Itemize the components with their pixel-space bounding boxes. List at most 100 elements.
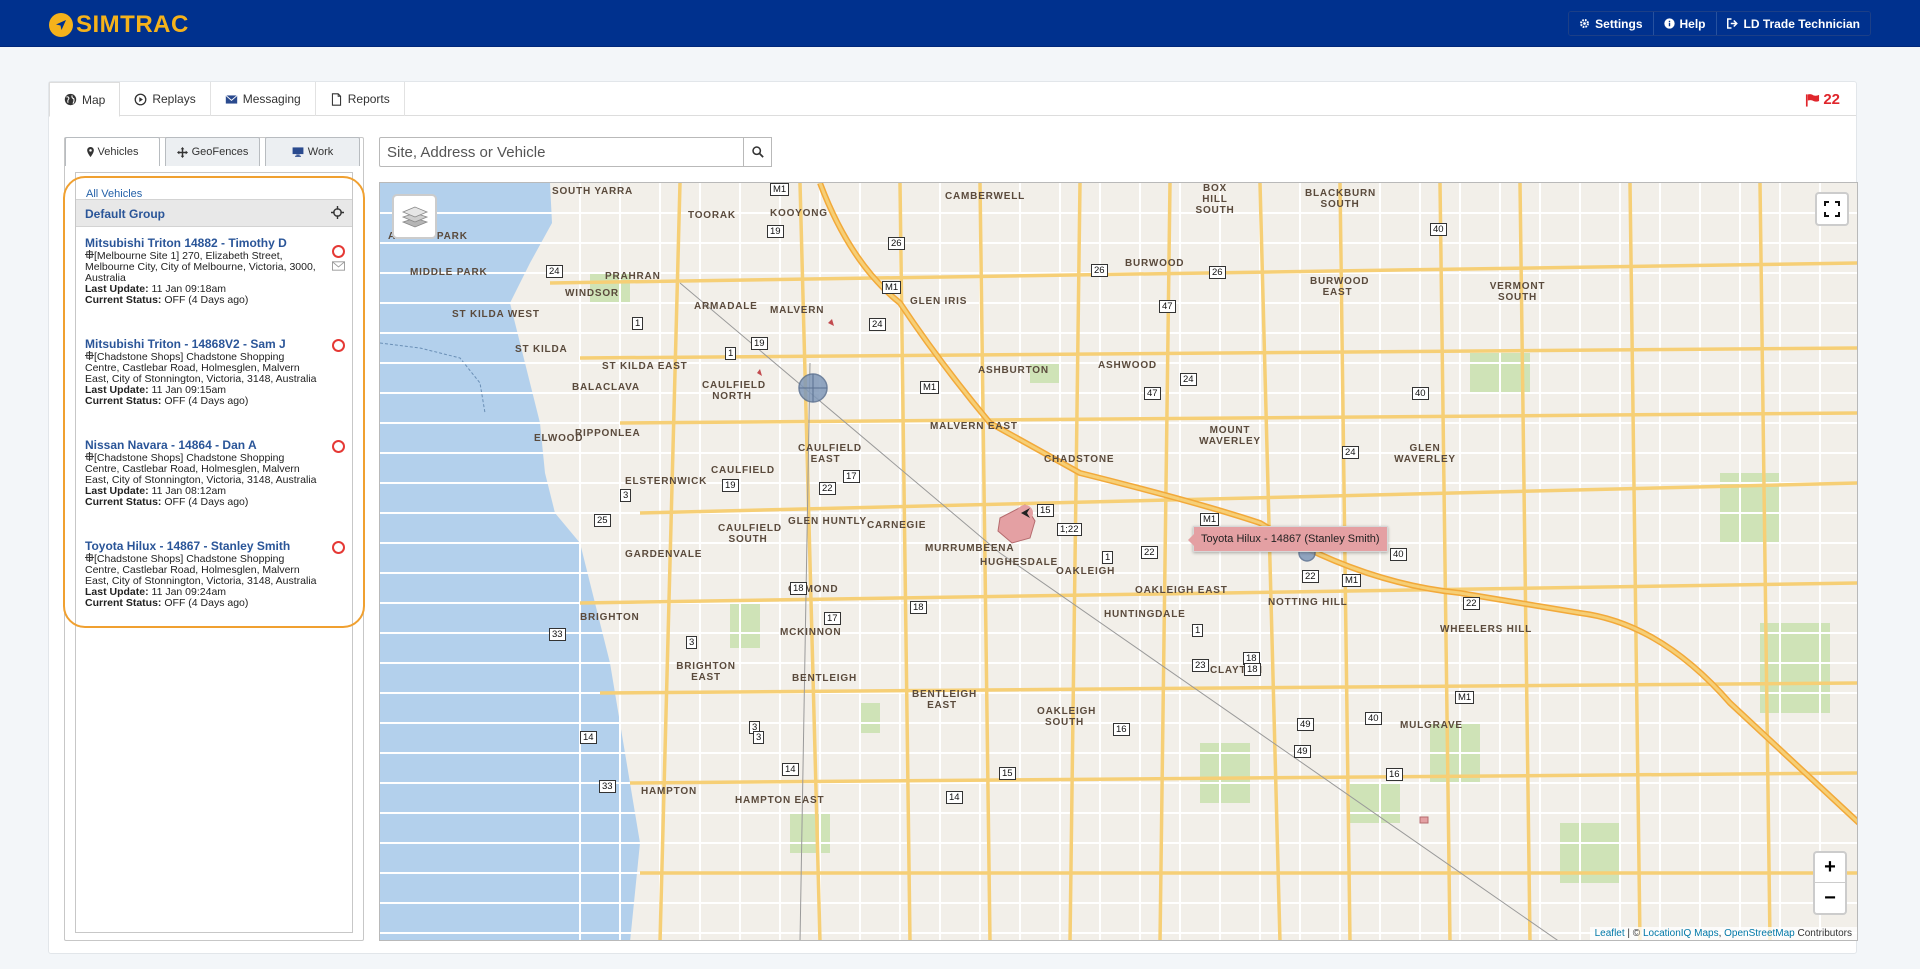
settings-button[interactable]: Settings — [1569, 12, 1653, 35]
geofence-icon — [85, 553, 94, 562]
zoom-in-button[interactable]: + — [1815, 853, 1845, 883]
vehicle-title[interactable]: Toyota Hilux - 14867 - Stanley Smith — [85, 540, 347, 552]
tab-reports[interactable]: Reports — [316, 82, 405, 116]
main-card: Map Replays Messaging Reports 22 Vehicle… — [48, 81, 1858, 954]
road-shield: M1 — [770, 183, 790, 196]
attribution-contributors: Contributors — [1794, 928, 1852, 939]
suburb-label: MCKINNON — [780, 627, 842, 638]
vehicle-status: Current Status: OFF (4 Days ago) — [85, 396, 347, 407]
vehicle-status: Current Status: OFF (4 Days ago) — [85, 295, 347, 306]
suburb-label: BURWOOD — [1125, 258, 1185, 269]
suburb-label: ST KILDA WEST — [452, 309, 540, 320]
tab-reports-label: Reports — [347, 92, 390, 106]
crosshair-icon[interactable] — [331, 206, 344, 219]
suburb-label: ARMADALE — [694, 301, 758, 312]
road-shield: 24 — [869, 318, 886, 331]
road-shield: 22 — [1463, 597, 1480, 610]
tab-replays-label: Replays — [152, 92, 196, 106]
geofence-icon — [85, 452, 94, 461]
status-value: OFF (4 Days ago) — [164, 496, 249, 508]
top-navbar: SIMTRAC Settings Help LD Trade Technicia… — [0, 0, 1920, 47]
status-label: Current Status: — [85, 395, 162, 407]
suburb-label: GLEN WAVERLEY — [1394, 443, 1456, 465]
vehicle-item[interactable]: Mitsubishi Triton 14882 - Timothy D [Mel… — [85, 237, 347, 306]
suburb-label: CAULFIELD NORTH — [702, 380, 766, 402]
brand-logo[interactable]: SIMTRAC — [49, 11, 189, 39]
tab-messaging[interactable]: Messaging — [211, 82, 316, 116]
suburb-label: TOORAK — [688, 210, 736, 221]
vehicle-item[interactable]: Toyota Hilux - 14867 - Stanley Smith [Ch… — [85, 540, 347, 609]
envelope-icon[interactable] — [332, 261, 345, 271]
status-indicator-icon[interactable] — [332, 541, 345, 554]
main-tabs: Map Replays Messaging Reports — [49, 82, 1856, 117]
road-shield: 3 — [620, 489, 632, 502]
road-shield: 14 — [946, 791, 963, 804]
suburb-label: MALVERN EAST — [930, 421, 1018, 432]
alerts-count: 22 — [1823, 91, 1840, 108]
subtab-work-label: Work — [307, 146, 334, 158]
road-shield: 33 — [599, 780, 616, 793]
leaflet-link[interactable]: Leaflet — [1595, 928, 1625, 939]
road-shield: 47 — [1144, 387, 1161, 400]
vehicle-title[interactable]: Nissan Navara - 14864 - Dan A — [85, 439, 347, 451]
status-indicator-icon[interactable] — [332, 440, 345, 453]
road-shield: 1 — [632, 317, 644, 330]
vehicle-item[interactable]: Mitsubishi Triton - 14868V2 - Sam J [Cha… — [85, 338, 347, 407]
road-shield: 15 — [999, 767, 1016, 780]
map-search — [379, 137, 772, 167]
suburb-label: BURWOOD EAST — [1310, 276, 1370, 298]
vehicle-title[interactable]: Mitsubishi Triton 14882 - Timothy D — [85, 237, 347, 249]
search-button[interactable] — [744, 137, 772, 167]
fullscreen-button[interactable] — [1815, 192, 1849, 226]
vehicle-tooltip[interactable]: Toyota Hilux - 14867 (Stanley Smith) — [1188, 526, 1388, 552]
tab-map-label: Map — [82, 92, 106, 107]
map-view[interactable]: SOUTH YARRA CAMBERWELL BLACKBURN SOUTH B… — [379, 182, 1858, 941]
road-shield: 3 — [753, 731, 765, 744]
vehicle-address: [Chadstone Shops] Chadstone Shopping Cen… — [85, 452, 320, 486]
subtab-vehicles[interactable]: Vehicles — [65, 137, 160, 166]
suburb-label: RIPPONLEA — [575, 428, 641, 439]
group-header[interactable]: Default Group — [76, 199, 352, 227]
help-button[interactable]: Help — [1652, 12, 1716, 35]
alerts-counter[interactable]: 22 — [1805, 91, 1840, 108]
subtab-work[interactable]: Work — [265, 137, 360, 166]
status-indicator-icon[interactable] — [332, 245, 345, 258]
map-marker-icon — [86, 147, 94, 157]
road-shield: 18 — [1244, 663, 1261, 676]
vehicle-address-text: [Chadstone Shops] Chadstone Shopping Cen… — [85, 351, 317, 385]
openstreetmap-link[interactable]: OpenStreetMap — [1724, 928, 1795, 939]
suburb-label: PRAHRAN — [605, 271, 661, 282]
search-icon — [751, 146, 764, 158]
road-shield: 49 — [1294, 745, 1311, 758]
suburb-label: ASHBURTON — [978, 365, 1049, 376]
tab-replays[interactable]: Replays — [120, 82, 211, 116]
suburb-label: MALVERN — [770, 305, 825, 316]
suburb-label: HUNTINGDALE — [1104, 609, 1186, 620]
vehicle-item[interactable]: Nissan Navara - 14864 - Dan A [Chadstone… — [85, 439, 347, 508]
road-shield: 22 — [1302, 570, 1319, 583]
top-button-group: Settings Help LD Trade Technician — [1568, 11, 1871, 36]
subtab-geofences[interactable]: GeoFences — [165, 137, 260, 166]
user-button[interactable]: LD Trade Technician — [1715, 12, 1870, 35]
status-label: Current Status: — [85, 597, 162, 609]
tab-messaging-label: Messaging — [242, 92, 301, 106]
layers-button[interactable] — [392, 194, 437, 239]
suburb-label: BOX HILL SOUTH — [1195, 183, 1235, 216]
locationiq-link[interactable]: LocationIQ Maps — [1643, 928, 1719, 939]
status-value: OFF (4 Days ago) — [164, 294, 249, 306]
tab-map[interactable]: Map — [49, 82, 121, 117]
zoom-out-button[interactable]: − — [1815, 883, 1845, 913]
road-shield: 16 — [1113, 723, 1130, 736]
road-shield: 40 — [1430, 223, 1447, 236]
vehicle-title[interactable]: Mitsubishi Triton - 14868V2 - Sam J — [85, 338, 347, 350]
search-input[interactable] — [379, 137, 744, 167]
road-shield: 33 — [549, 628, 566, 641]
road-shield: 40 — [1390, 548, 1407, 561]
suburb-label: GLEN HUNTLY — [788, 516, 867, 527]
road-shield: 1 — [1192, 624, 1204, 637]
road-shield: 14 — [580, 731, 597, 744]
road-shield: 1 — [1102, 551, 1114, 564]
suburb-label: OAKLEIGH EAST — [1135, 585, 1228, 596]
status-indicator-icon[interactable] — [332, 339, 345, 352]
group-title: Default Group — [85, 207, 165, 221]
